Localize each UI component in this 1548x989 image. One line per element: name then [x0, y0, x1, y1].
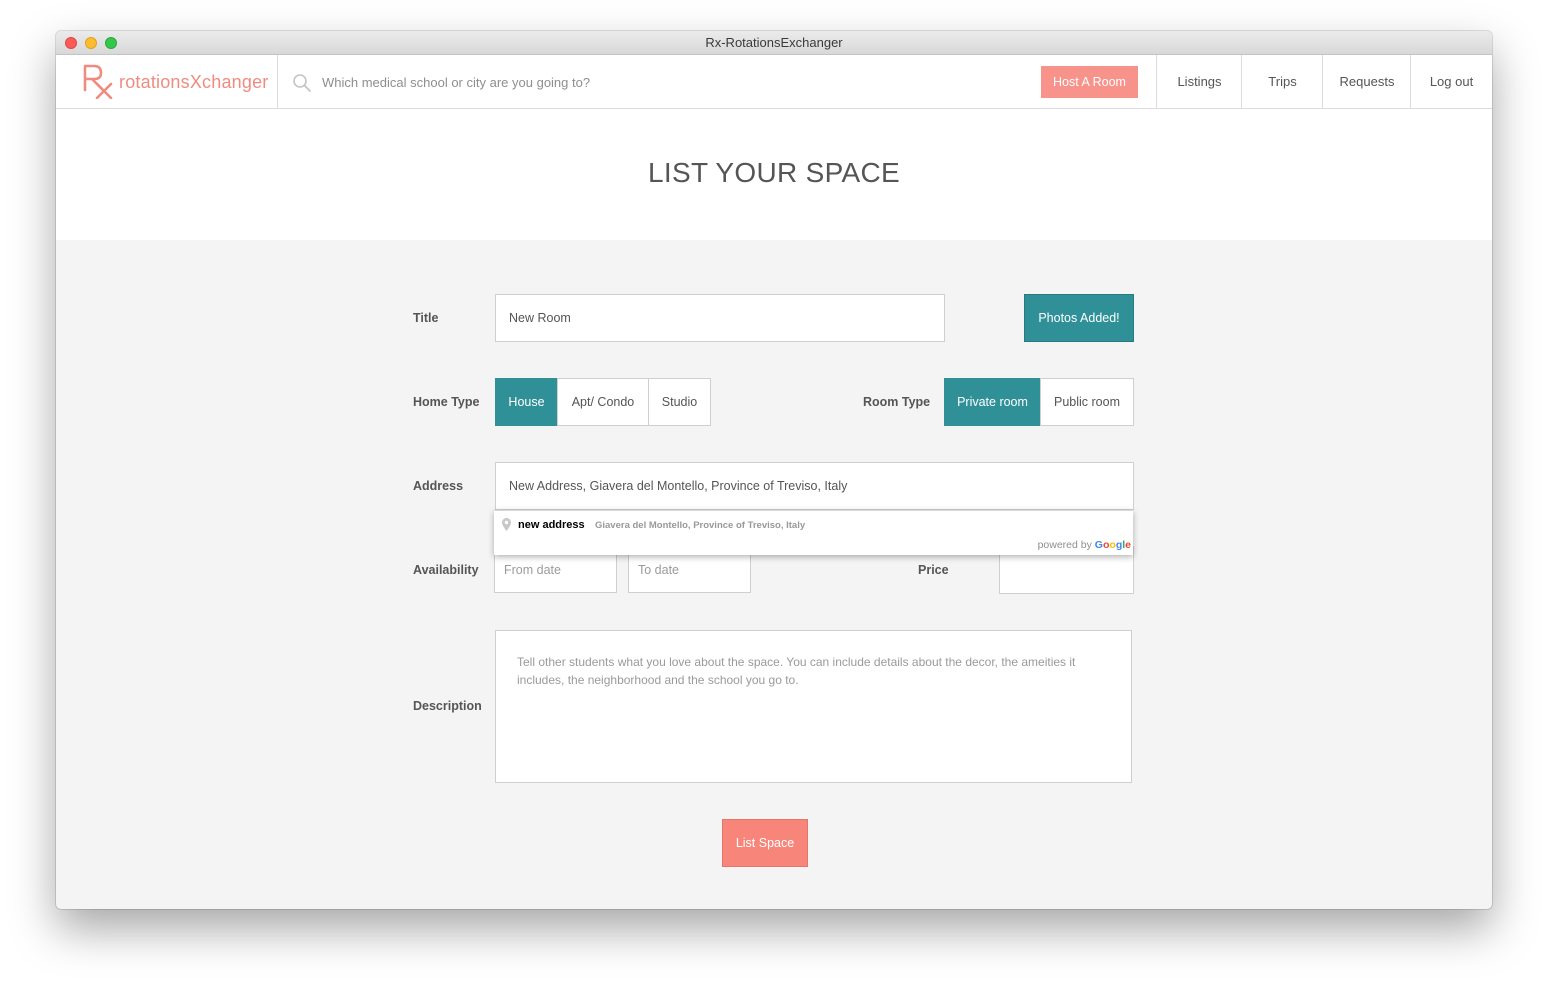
room-type-public-option[interactable]: Public room	[1040, 378, 1134, 426]
nav-item-listings[interactable]: Listings	[1156, 55, 1242, 108]
logo[interactable]: rotationsXchanger	[56, 55, 278, 108]
google-letter-e: e	[1125, 539, 1131, 551]
room-type-private-option[interactable]: Private room	[944, 378, 1041, 426]
address-autocomplete-dropdown: new address Giavera del Montello, Provin…	[494, 510, 1133, 555]
powered-by-google: powered by Google	[1038, 539, 1131, 551]
app-window: Rx-RotationsExchanger rotationsXchanger …	[56, 31, 1492, 909]
minimize-window-button[interactable]	[85, 37, 97, 49]
address-label: Address	[413, 479, 464, 493]
page-header: LIST YOUR SPACE	[56, 109, 1492, 240]
maximize-window-button[interactable]	[105, 37, 117, 49]
window-title: Rx-RotationsExchanger	[705, 35, 843, 50]
logo-wordmark: rotationsXchanger	[119, 72, 269, 92]
nav-item-logout[interactable]: Log out	[1410, 55, 1492, 108]
map-pin-icon	[502, 518, 511, 531]
title-label: Title	[413, 311, 439, 325]
description-textarea[interactable]	[495, 630, 1132, 783]
price-label: Price	[918, 563, 949, 577]
title-input[interactable]	[495, 294, 945, 342]
host-a-room-button[interactable]: Host A Room	[1041, 66, 1138, 98]
google-letter-g: G	[1094, 539, 1103, 551]
room-type-label: Room Type	[863, 395, 931, 409]
list-space-button[interactable]: List Space	[722, 819, 808, 867]
home-type-studio-option[interactable]: Studio	[648, 378, 711, 426]
close-window-button[interactable]	[65, 37, 77, 49]
suggestion-main-text: new address	[518, 519, 585, 531]
suggestion-secondary-text: Giavera del Montello, Province of Trevis…	[595, 520, 806, 531]
search-input[interactable]	[322, 69, 802, 95]
home-type-house-option[interactable]: House	[495, 378, 558, 426]
nav-item-requests[interactable]: Requests	[1322, 55, 1411, 108]
availability-label: Availability	[413, 563, 479, 577]
navbar: rotationsXchanger Host A Room Listings T…	[56, 55, 1492, 109]
home-type-apt-condo-option[interactable]: Apt/ Condo	[557, 378, 649, 426]
search-icon	[293, 74, 311, 92]
home-type-label: Home Type	[413, 395, 480, 409]
nav-item-trips[interactable]: Trips	[1241, 55, 1323, 108]
page-title: LIST YOUR SPACE	[648, 157, 900, 188]
address-input[interactable]	[495, 462, 1134, 510]
powered-by-text: powered by	[1037, 539, 1092, 551]
autocomplete-suggestion[interactable]: new address Giavera del Montello, Provin…	[494, 511, 1133, 535]
photos-added-button[interactable]: Photos Added!	[1024, 294, 1134, 342]
rx-logo-icon	[83, 64, 113, 99]
description-label: Description	[413, 699, 482, 713]
window-titlebar: Rx-RotationsExchanger	[56, 31, 1492, 55]
